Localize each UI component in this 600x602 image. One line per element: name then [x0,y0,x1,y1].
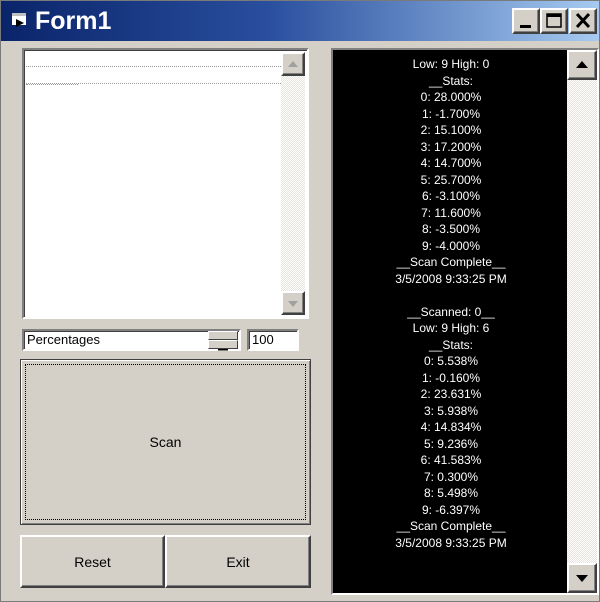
output-lines: Low: 9 High: 0 __Stats: 0: 28.000% 1: -1.70… [333,56,569,551]
reset-button[interactable]: Reset [20,535,165,588]
output-line: 8: 5.498% [423,486,479,500]
output-line: 4: 14.700% [420,156,482,170]
form-window: Form1 Percentages 100 Scan Reset Exit Lo… [0,0,600,602]
output-line: 9: -4.000% [421,238,481,253]
spin-up-button[interactable] [208,331,238,343]
arrow-down-icon [288,301,298,307]
mode-spinner[interactable] [208,331,238,351]
list-item[interactable] [26,66,287,84]
output-line: 3/5/2008 9:33:25 PM [395,271,507,286]
listbox-scrollbar[interactable] [281,52,305,315]
output-scroll-up-button[interactable] [567,50,597,80]
output-line: Low: 9 High: 6 [412,321,490,335]
output-line: 2: 15.100% [420,123,482,137]
spin-down-button[interactable] [208,340,238,351]
output-line: 5: 9.236% [423,436,479,451]
listbox-scroll-down-button[interactable] [281,291,305,315]
output-line: 9: -6.397% [421,502,481,517]
spin-down-icon [218,349,228,351]
title-bar[interactable]: Form1 [1,1,599,41]
output-line: __Stats: [428,337,474,352]
output-scrollbar[interactable] [567,50,597,593]
output-line: 6: 41.583% [420,453,482,467]
exit-button-label: Exit [226,553,250,570]
output-line: Low: 9 High: 0 [412,57,490,71]
minimize-button[interactable] [512,8,540,34]
form-icon [12,13,26,27]
arrow-up-icon [576,61,588,68]
listbox-scroll-up-button[interactable] [281,52,305,76]
list-item[interactable] [26,84,78,102]
output-line: 7: 0.300% [423,469,479,484]
output-line: __Scan Complete__ [396,519,506,533]
scan-button[interactable]: Scan [20,359,311,525]
output-line: __Scan Complete__ [396,255,506,269]
window-title: Form1 [35,7,112,35]
listbox-items [26,52,287,315]
output-line: 7: 11.600% [421,205,481,220]
output-line: 4: 14.834% [420,420,482,434]
output-line: 3: 5.938% [423,403,479,418]
output-line: 1: -0.160% [421,370,481,385]
output-textbox[interactable]: Low: 9 High: 0 __Stats: 0: 28.000% 1: -1.70… [331,48,599,595]
arrow-down-icon [576,575,588,582]
output-line: 2: 23.631% [420,387,482,401]
minimize-icon [520,25,531,28]
focus-rect [25,364,306,520]
output-scroll-down-button[interactable] [567,563,597,593]
close-button[interactable] [569,8,597,34]
output-line: 6: -3.100% [421,189,481,203]
close-icon [575,12,591,29]
reset-button-label: Reset [74,553,111,570]
maximize-button[interactable] [540,8,568,34]
output-line: __Scanned: 0__ [407,304,495,319]
output-line: 0: 28.000% [420,90,482,104]
results-listbox[interactable] [22,48,309,319]
output-line: 0: 5.538% [423,354,479,368]
exit-button[interactable]: Exit [165,535,311,588]
output-line: 3: 17.200% [420,139,482,154]
output-line: 1: -1.700% [421,106,481,121]
count-textbox[interactable]: 100 [247,329,299,351]
output-line: 8: -3.500% [421,222,481,236]
arrow-up-icon [288,61,298,67]
output-line: __Stats: [428,73,474,88]
output-line: 5: 25.700% [420,172,482,187]
maximize-icon [546,13,562,28]
output-line: 3/5/2008 9:33:25 PM [395,535,507,550]
